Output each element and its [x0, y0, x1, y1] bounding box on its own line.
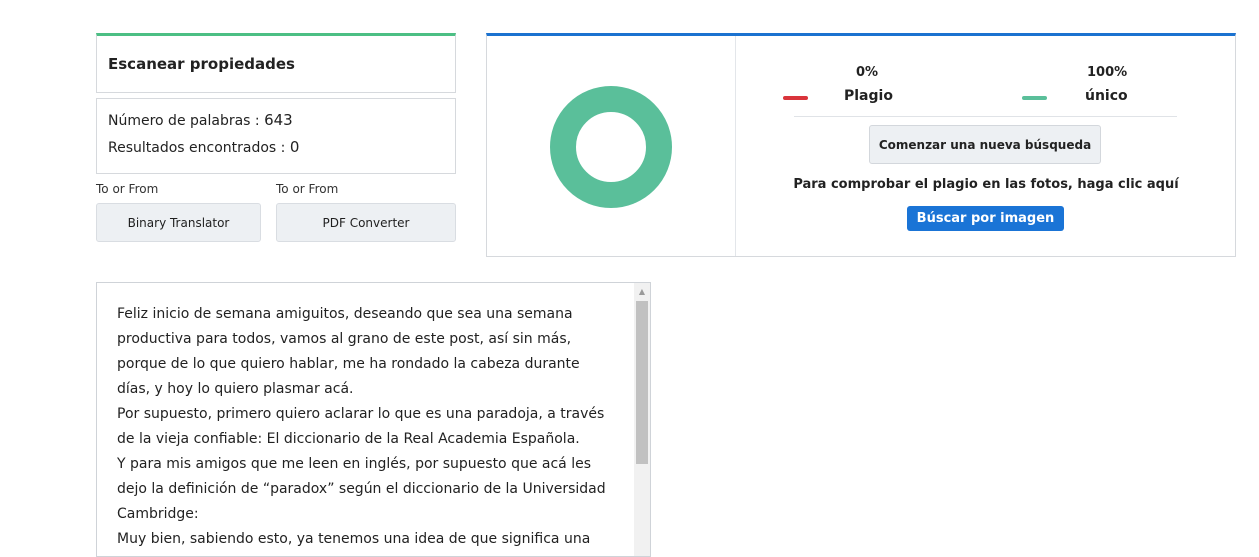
binary-translator-caption: To or From	[96, 182, 159, 196]
scroll-up-arrow-icon[interactable]: ▲	[634, 283, 650, 299]
scan-properties-title: Escanear propiedades	[108, 55, 295, 73]
word-count-label: Número de palabras :	[108, 113, 265, 129]
scrollbar-thumb[interactable]	[636, 301, 648, 464]
word-count-row: Número de palabras : 643	[108, 111, 293, 129]
results-found-label: Resultados encontrados :	[108, 140, 290, 156]
unique-label: único	[1085, 88, 1128, 104]
text-paragraph: Muy bien, sabiendo esto, ya tenemos una …	[117, 531, 591, 547]
search-by-image-button[interactable]: Búscar por imagen	[907, 206, 1064, 231]
unique-percent: 100%	[1087, 65, 1128, 80]
text-paragraph: Y para mis amigos que me leen en inglés,…	[117, 456, 606, 522]
plagiarism-legend-swatch	[783, 96, 808, 100]
results-found-value: 0	[289, 138, 300, 156]
plagiarism-label: Plagio	[844, 88, 893, 104]
text-paragraph: Feliz inicio de semana amiguitos, desean…	[117, 306, 580, 397]
text-area-scrollbar[interactable]: ▲	[634, 283, 650, 556]
plagiarism-percent: 0%	[856, 65, 879, 80]
scanned-text-area[interactable]: Feliz inicio de semana amiguitos, desean…	[96, 282, 651, 557]
photo-plagiarism-note: Para comprobar el plagio en las fotos, h…	[793, 177, 1179, 192]
binary-translator-button[interactable]: Binary Translator	[96, 203, 261, 242]
text-paragraph: Por supuesto, primero quiero aclarar lo …	[117, 406, 605, 447]
legend-divider	[794, 116, 1177, 117]
result-donut-chart	[550, 86, 672, 208]
scanned-text-content: Feliz inicio de semana amiguitos, desean…	[117, 302, 612, 552]
unique-legend-swatch	[1022, 96, 1047, 100]
new-search-button[interactable]: Comenzar una nueva búsqueda	[869, 125, 1101, 164]
donut-unique-segment	[550, 86, 672, 208]
result-panel: 0% Plagio 100% único Comenzar una nueva …	[486, 33, 1236, 257]
scan-properties-header: Escanear propiedades	[96, 33, 456, 93]
pdf-converter-button[interactable]: PDF Converter	[276, 203, 456, 242]
pdf-converter-caption: To or From	[276, 182, 339, 196]
scan-stats-panel: Número de palabras : 643 Resultados enco…	[96, 98, 456, 174]
panel-divider	[735, 36, 736, 256]
word-count-value: 643	[264, 111, 293, 129]
results-found-row: Resultados encontrados : 0	[108, 138, 299, 156]
